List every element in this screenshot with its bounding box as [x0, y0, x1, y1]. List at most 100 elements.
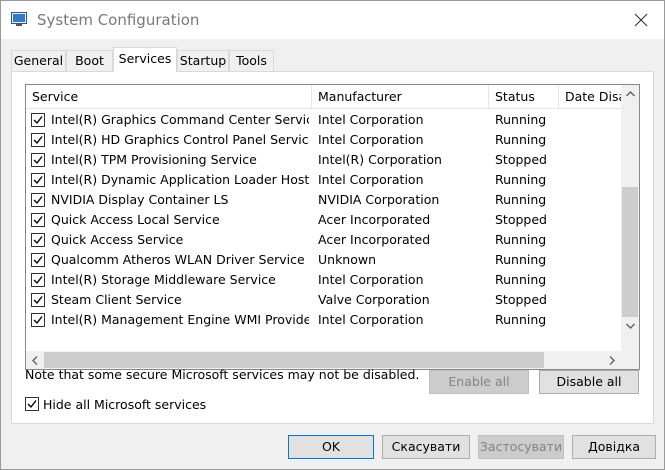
column-header-manufacturer[interactable]: Manufacturer — [312, 85, 489, 109]
service-name: Intel(R) HD Graphics Control Panel Servi… — [51, 132, 309, 147]
service-checkbox[interactable] — [31, 233, 45, 247]
tab-general[interactable]: General — [11, 50, 66, 71]
checkmark-icon — [33, 216, 43, 225]
vertical-scroll-thumb[interactable] — [622, 187, 638, 317]
service-checkbox[interactable] — [31, 113, 45, 127]
tab-boot[interactable]: Boot — [66, 50, 113, 71]
service-status: Stopped — [495, 292, 547, 307]
table-row[interactable]: Intel(R) Dynamic Application Loader Host… — [26, 170, 621, 190]
table-row[interactable]: Quick Access Service Acer Incorporated Run… — [26, 230, 621, 250]
service-name: Quick Access Service — [51, 232, 184, 247]
title-bar: System Configuration — [1, 1, 664, 39]
checkmark-icon — [33, 116, 43, 125]
tab-strip: General Boot Services Startup Tools — [11, 47, 651, 72]
service-manufacturer: Intel Corporation — [318, 132, 424, 147]
enable-all-button[interactable]: Enable all — [429, 370, 529, 394]
secure-services-note: Note that some secure Microsoft services… — [25, 367, 420, 382]
checkmark-icon — [27, 400, 37, 409]
system-configuration-window: System Configuration General Boot Servic… — [0, 0, 665, 470]
close-icon — [634, 13, 648, 27]
service-checkbox[interactable] — [31, 293, 45, 307]
table-row[interactable]: Intel(R) Management Engine WMI Provider.… — [26, 310, 621, 330]
apply-button[interactable]: Застосувати — [478, 435, 564, 459]
checkmark-icon — [33, 196, 43, 205]
table-row[interactable]: Intel(R) TPM Provisioning Service Intel(R… — [26, 150, 621, 170]
scroll-up-arrow-icon[interactable] — [621, 85, 639, 103]
service-name: Qualcomm Atheros WLAN Driver Service — [51, 252, 305, 267]
hide-microsoft-services-label: Hide all Microsoft services — [43, 397, 207, 412]
table-row[interactable]: Intel(R) Storage Middleware Service Intel… — [26, 270, 621, 290]
service-manufacturer: NVIDIA Corporation — [318, 192, 440, 207]
service-manufacturer: Intel Corporation — [318, 272, 424, 287]
service-name: Intel(R) Dynamic Application Loader Host… — [51, 172, 309, 187]
vertical-scrollbar[interactable] — [621, 85, 639, 351]
service-checkbox[interactable] — [31, 213, 45, 227]
checkmark-icon — [33, 316, 43, 325]
service-name: Intel(R) Storage Middleware Service — [51, 272, 276, 287]
service-checkbox[interactable] — [31, 253, 45, 267]
service-manufacturer: Intel Corporation — [318, 172, 424, 187]
scroll-down-arrow-icon[interactable] — [621, 317, 639, 335]
checkmark-icon — [33, 156, 43, 165]
service-status: Running — [495, 172, 547, 187]
table-row[interactable]: Steam Client Service Valve Corporation Sto… — [26, 290, 621, 310]
service-checkbox[interactable] — [31, 173, 45, 187]
service-status: Running — [495, 312, 547, 327]
service-status: Stopped — [495, 152, 547, 167]
checkmark-icon — [33, 136, 43, 145]
service-checkbox[interactable] — [31, 313, 45, 327]
service-checkbox[interactable] — [31, 193, 45, 207]
help-button[interactable]: Довідка — [572, 435, 656, 459]
table-row[interactable]: Intel(R) Graphics Command Center Service… — [26, 110, 621, 130]
cancel-button[interactable]: Скасувати — [382, 435, 470, 459]
service-status: Running — [495, 252, 547, 267]
tab-tools[interactable]: Tools — [229, 50, 274, 71]
checkmark-icon — [33, 276, 43, 285]
service-checkbox[interactable] — [31, 153, 45, 167]
service-status: Running — [495, 112, 547, 127]
services-list[interactable]: Service Manufacturer Status Date Disa In… — [25, 84, 640, 370]
service-status: Running — [495, 192, 547, 207]
service-manufacturer: Intel Corporation — [318, 312, 424, 327]
service-name: Steam Client Service — [51, 292, 182, 307]
column-header-status[interactable]: Status — [489, 85, 559, 109]
service-name: Quick Access Local Service — [51, 212, 220, 227]
table-row[interactable]: Intel(R) HD Graphics Control Panel Servi… — [26, 130, 621, 150]
close-button[interactable] — [618, 1, 664, 39]
service-status: Running — [495, 132, 547, 147]
checkmark-icon — [33, 296, 43, 305]
service-checkbox[interactable] — [31, 273, 45, 287]
service-manufacturer: Acer Incorporated — [318, 232, 431, 247]
table-row[interactable]: Qualcomm Atheros WLAN Driver Service Unkn… — [26, 250, 621, 270]
checkmark-icon — [33, 176, 43, 185]
service-manufacturer: Intel(R) Corporation — [318, 152, 442, 167]
hide-microsoft-services-checkbox[interactable] — [25, 397, 39, 411]
service-name: Intel(R) Graphics Command Center Service — [51, 112, 309, 127]
service-manufacturer: Unknown — [318, 252, 377, 267]
horizontal-scroll-thumb[interactable] — [44, 352, 544, 368]
tab-services[interactable]: Services — [113, 47, 177, 72]
disable-all-button[interactable]: Disable all — [539, 370, 639, 394]
ok-button[interactable]: OK — [288, 435, 374, 459]
service-status: Running — [495, 232, 547, 247]
service-rows: Intel(R) Graphics Command Center Service… — [26, 110, 621, 330]
tab-startup[interactable]: Startup — [177, 50, 229, 71]
checkmark-icon — [33, 256, 43, 265]
service-manufacturer: Valve Corporation — [318, 292, 430, 307]
service-manufacturer: Acer Incorporated — [318, 212, 431, 227]
column-header-service[interactable]: Service — [26, 85, 312, 109]
service-manufacturer: Intel Corporation — [318, 112, 424, 127]
service-name: Intel(R) TPM Provisioning Service — [51, 152, 257, 167]
system-config-icon — [11, 12, 27, 27]
checkmark-icon — [33, 236, 43, 245]
service-name: Intel(R) Management Engine WMI Provider.… — [51, 312, 309, 327]
table-row[interactable]: Quick Access Local Service Acer Incorpora… — [26, 210, 621, 230]
service-checkbox[interactable] — [31, 133, 45, 147]
column-header-date-disabled[interactable]: Date Disa — [559, 85, 621, 109]
scroll-right-arrow-icon[interactable] — [603, 351, 621, 369]
service-status: Running — [495, 272, 547, 287]
list-header: Service Manufacturer Status Date Disa — [26, 85, 639, 109]
service-status: Stopped — [495, 212, 547, 227]
table-row[interactable]: NVIDIA Display Container LS NVIDIA Corpor… — [26, 190, 621, 210]
service-name: NVIDIA Display Container LS — [51, 192, 229, 207]
